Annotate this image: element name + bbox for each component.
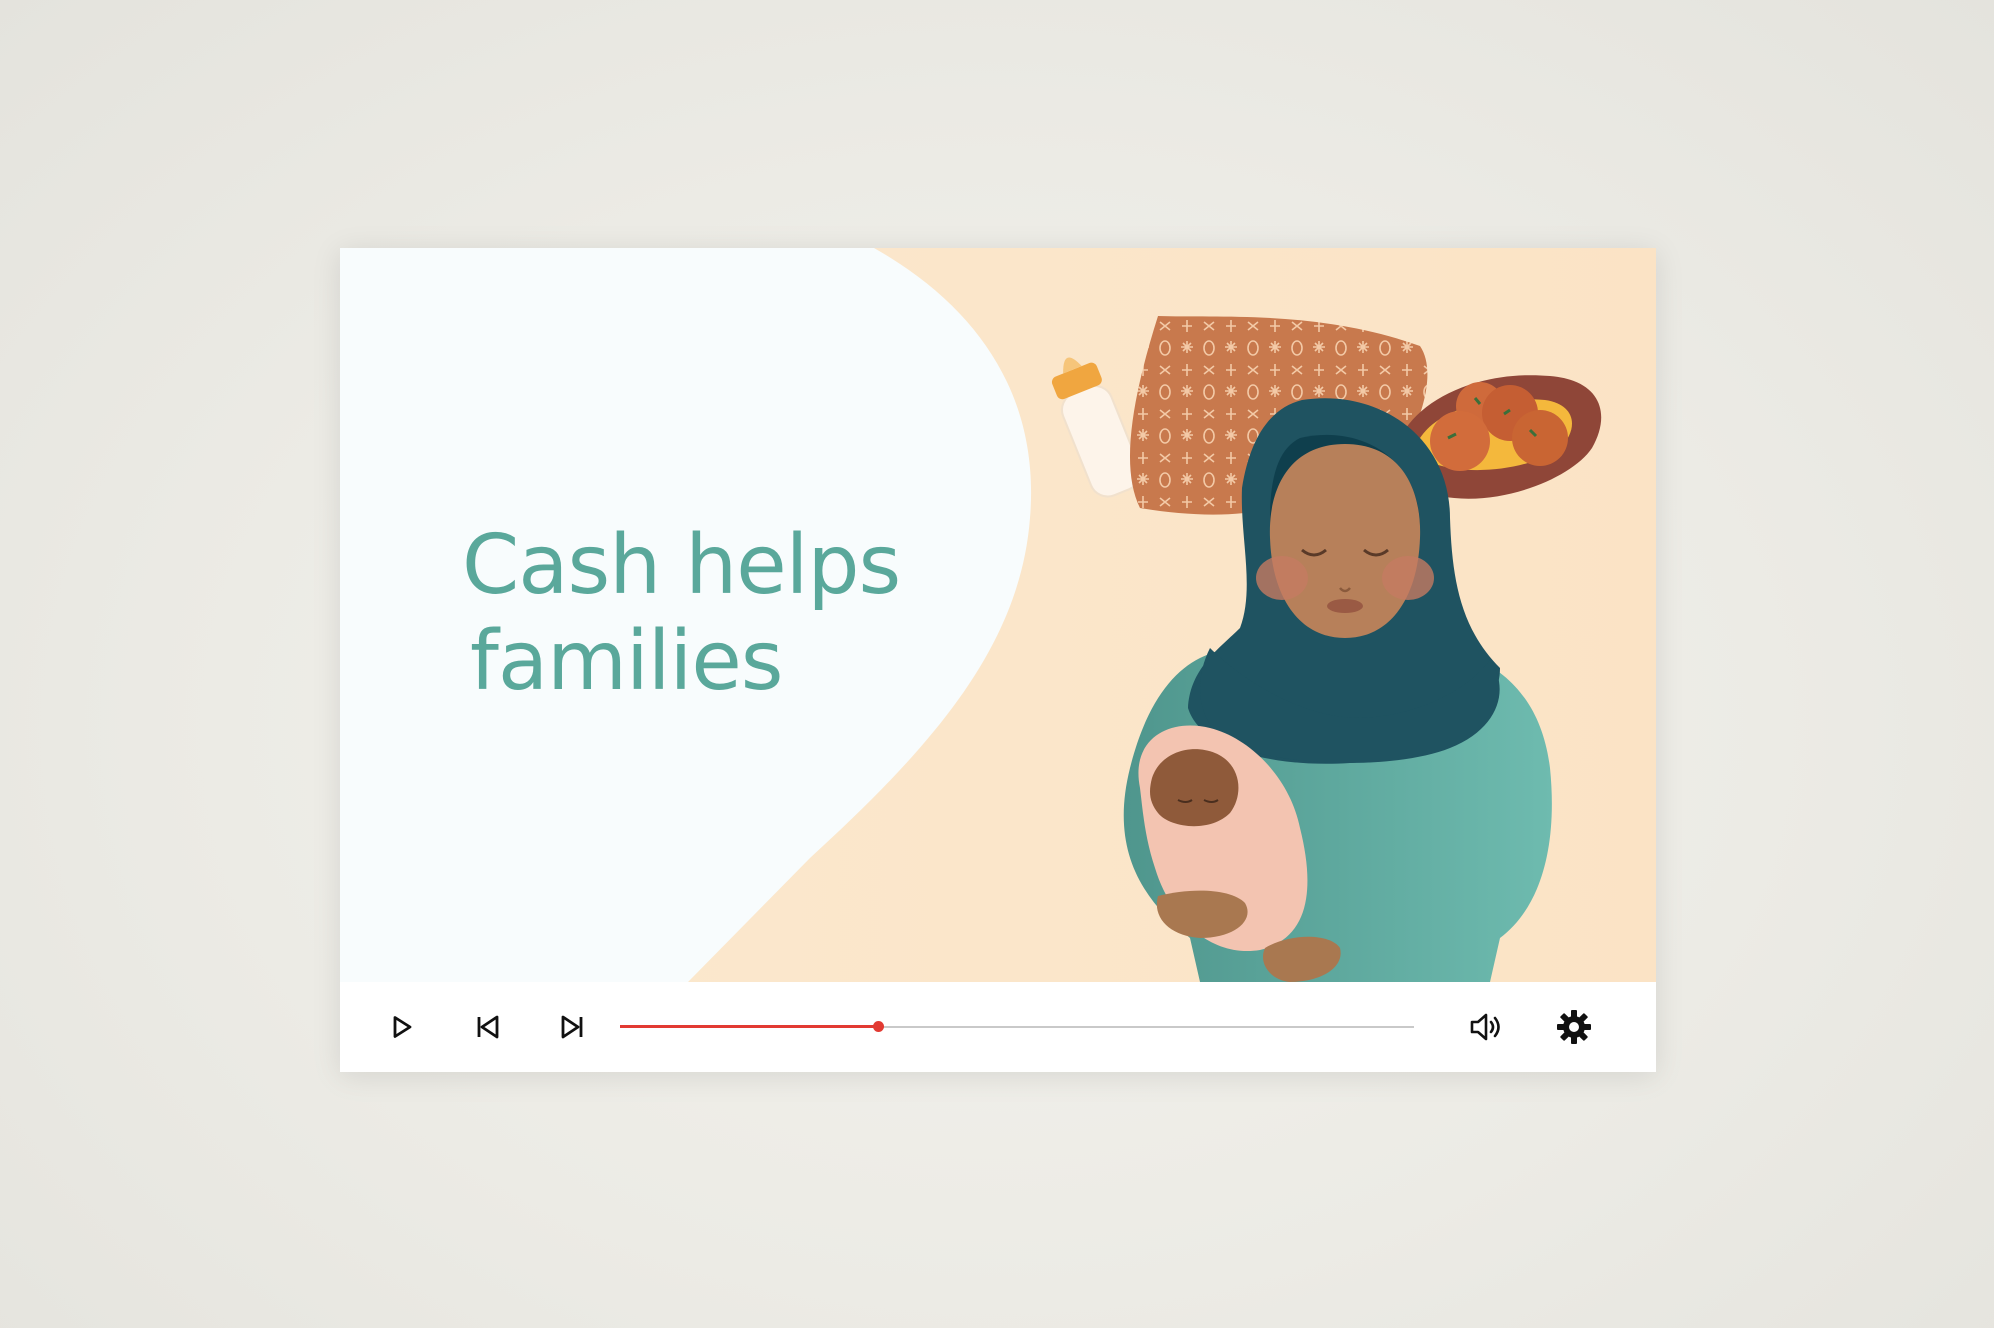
play-button[interactable] xyxy=(380,1005,424,1049)
video-frame[interactable]: Cash helps families xyxy=(340,248,1656,982)
video-player: Cash helps families xyxy=(340,248,1656,1072)
skip-next-icon xyxy=(559,1014,585,1040)
progress-bar[interactable] xyxy=(620,1021,1414,1032)
headline-line-1: Cash helps xyxy=(462,518,901,613)
skip-previous-icon xyxy=(475,1014,501,1040)
next-button[interactable] xyxy=(550,1005,594,1049)
play-icon xyxy=(390,1015,414,1039)
video-headline: Cash helps families xyxy=(462,518,901,710)
volume-button[interactable] xyxy=(1465,1005,1509,1049)
headline-line-2: families xyxy=(470,614,784,709)
gear-icon xyxy=(1556,1009,1592,1045)
progress-fill xyxy=(620,1025,879,1028)
previous-button[interactable] xyxy=(466,1005,510,1049)
settings-button[interactable] xyxy=(1552,1005,1596,1049)
progress-handle[interactable] xyxy=(873,1021,885,1032)
player-controls-bar xyxy=(340,982,1656,1072)
volume-icon xyxy=(1469,1012,1505,1042)
